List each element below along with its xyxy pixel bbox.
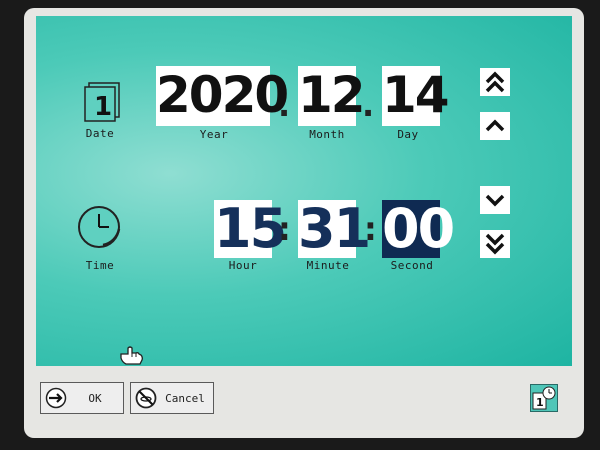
arrow-right-icon	[45, 387, 67, 409]
time-separator: :	[278, 210, 291, 248]
double-chevron-up-icon	[485, 71, 505, 93]
double-chevron-down-icon	[485, 233, 505, 255]
clock-icon	[76, 204, 126, 254]
screen: 1 Date 2020 Year . 12 Month . 14 Day Tim…	[24, 8, 584, 438]
second-field[interactable]: 00	[382, 200, 455, 258]
hour-field[interactable]: 15	[214, 200, 287, 258]
cancel-button-label: Cancel	[165, 391, 205, 405]
year-field[interactable]: 2020	[156, 66, 289, 126]
minute-label: Minute	[306, 259, 350, 272]
ok-button-label: OK	[88, 391, 102, 405]
fast-decrement-button[interactable]	[480, 230, 510, 258]
chevron-up-icon	[485, 119, 505, 132]
date-label: Date	[85, 127, 115, 140]
increment-button[interactable]	[480, 112, 510, 140]
calendar-icon: 1	[80, 80, 126, 124]
chevron-down-icon	[485, 194, 505, 207]
date-separator: .	[278, 86, 291, 124]
svg-text:1: 1	[536, 396, 544, 409]
day-label: Day	[397, 128, 419, 141]
ok-button[interactable]: OK	[40, 382, 124, 414]
date-time-settings-icon[interactable]: 1	[530, 384, 558, 412]
svg-text:1: 1	[94, 92, 112, 122]
cancel-icon	[135, 387, 157, 409]
month-field[interactable]: 12	[298, 66, 366, 126]
day-field[interactable]: 14	[382, 66, 450, 126]
fast-increment-button[interactable]	[480, 68, 510, 96]
minute-field[interactable]: 31	[298, 200, 371, 258]
second-label: Second	[390, 259, 434, 272]
date-separator: .	[362, 86, 375, 124]
hour-label: Hour	[228, 259, 258, 272]
decrement-button[interactable]	[480, 186, 510, 214]
time-separator: :	[364, 210, 377, 248]
hand-cursor-icon	[118, 344, 144, 366]
month-label: Month	[309, 128, 345, 141]
year-label: Year	[199, 128, 229, 141]
time-label: Time	[85, 259, 115, 272]
cancel-button[interactable]: Cancel	[130, 382, 214, 414]
